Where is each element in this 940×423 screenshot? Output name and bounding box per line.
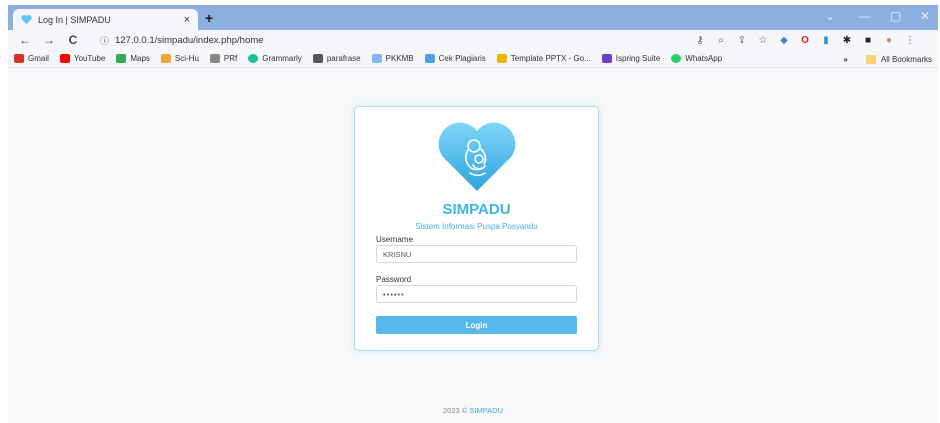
new-tab-button[interactable]: +: [205, 10, 213, 26]
bookmark-maps[interactable]: Maps: [116, 54, 150, 63]
password-label: Password: [376, 275, 412, 284]
google-drive-icon: [496, 54, 507, 63]
bookmark-ispring[interactable]: Ispring Suite: [601, 54, 660, 63]
profile-avatar-icon[interactable]: ●: [883, 35, 895, 46]
folder-icon: [865, 54, 876, 64]
plagiarism-icon: [424, 54, 435, 63]
bookmark-grammarly[interactable]: Grammarly: [248, 54, 302, 63]
bookmark-star-icon[interactable]: ☆: [757, 35, 769, 46]
bookmark-youtube[interactable]: YouTube: [59, 54, 105, 63]
prf-icon: [209, 54, 220, 63]
login-button[interactable]: Login: [376, 316, 577, 334]
extensions-puzzle-icon[interactable]: ✱: [841, 35, 853, 46]
page-footer: 2023 © SIMPADU: [8, 406, 938, 415]
login-card: SIMPADU Sistem Informasi Puspa Posyandu …: [354, 106, 599, 351]
tab-close-icon[interactable]: ×: [184, 14, 190, 26]
browser-window: Log In | SIMPADU × + ⌄ — ▢ ✕ ← → C ⓘ 127…: [0, 0, 940, 423]
pkkmb-icon: [371, 54, 382, 63]
tab-title: Log In | SIMPADU: [38, 14, 111, 25]
browser-toolbar: ← → C ⓘ 127.0.0.1/simpadu/index.php/home…: [8, 30, 938, 50]
bookmark-scihub[interactable]: Sci-Hu: [160, 54, 199, 63]
site-info-icon[interactable]: ⓘ: [100, 34, 109, 47]
parafrase-icon: [312, 54, 323, 63]
username-label: Username: [376, 235, 413, 244]
all-bookmarks-button[interactable]: All Bookmarks: [881, 55, 932, 64]
reload-button[interactable]: C: [66, 33, 80, 47]
bookmarks-bar: Gmail YouTube Maps Sci-Hu PRf Grammarly …: [8, 50, 938, 68]
app-name: SIMPADU: [442, 201, 511, 218]
page-content: SIMPADU Sistem Informasi Puspa Posyandu …: [8, 68, 938, 423]
translate-extension-icon[interactable]: ▮: [820, 35, 832, 46]
back-button[interactable]: ←: [18, 33, 32, 47]
title-bar: Log In | SIMPADU × + ⌄ — ▢ ✕: [8, 5, 938, 30]
more-bookmarks-button[interactable]: »: [843, 55, 847, 64]
side-panel-icon[interactable]: ■: [862, 35, 874, 46]
bookmark-parafrase[interactable]: parafrase: [312, 54, 361, 63]
footer-brand-link[interactable]: SIMPADU: [469, 406, 503, 415]
bookmark-template-pptx[interactable]: Template PPTX - Go...: [496, 54, 591, 63]
footer-copyright: 2023 ©: [442, 406, 468, 415]
gmail-icon: [14, 54, 24, 63]
bookmark-cek-plagiaris[interactable]: Cek Plagiaris: [424, 54, 486, 63]
forward-button[interactable]: →: [42, 33, 56, 47]
username-input[interactable]: KRISNU: [376, 245, 577, 263]
password-key-icon[interactable]: ⚷: [694, 35, 706, 46]
bookmark-prf[interactable]: PRf: [209, 54, 237, 63]
minimize-button[interactable]: —: [859, 9, 871, 23]
bookmark-gmail[interactable]: Gmail: [14, 54, 49, 63]
heart-mother-child-logo: [438, 122, 516, 191]
zoom-icon[interactable]: ⌕: [715, 35, 727, 46]
menu-kebab-icon[interactable]: ⋮: [904, 35, 916, 46]
scihub-icon: [160, 54, 171, 63]
address-bar[interactable]: ⓘ 127.0.0.1/simpadu/index.php/home: [100, 32, 685, 48]
maps-icon: [116, 54, 127, 63]
bookmark-pkkmb[interactable]: PKKMB: [371, 54, 414, 63]
opera-extension-icon[interactable]: O: [799, 35, 811, 46]
url-text: 127.0.0.1/simpadu/index.php/home: [115, 34, 264, 46]
restore-button[interactable]: ▢: [890, 9, 901, 23]
extension-icon[interactable]: ◆: [778, 35, 790, 46]
heart-favicon-icon: [21, 14, 32, 25]
app-subtitle: Sistem Informasi Puspa Posyandu: [415, 222, 538, 231]
whatsapp-icon: [671, 54, 682, 63]
youtube-icon: [59, 54, 70, 63]
ispring-icon: [601, 54, 612, 63]
toolbar-icons: ⚷ ⌕ ⇪ ☆ ◆ O ▮ ✱ ■ ● ⋮: [694, 32, 916, 48]
bookmarks-right: » All Bookmarks: [843, 50, 932, 68]
close-window-button[interactable]: ✕: [920, 9, 930, 23]
share-icon[interactable]: ⇪: [736, 35, 748, 46]
password-input[interactable]: ••••••: [376, 285, 577, 303]
tab-search-icon[interactable]: ⌄: [825, 9, 835, 23]
grammarly-icon: [248, 54, 259, 63]
bookmark-whatsapp[interactable]: WhatsApp: [671, 54, 722, 63]
browser-tab[interactable]: Log In | SIMPADU ×: [13, 9, 198, 30]
